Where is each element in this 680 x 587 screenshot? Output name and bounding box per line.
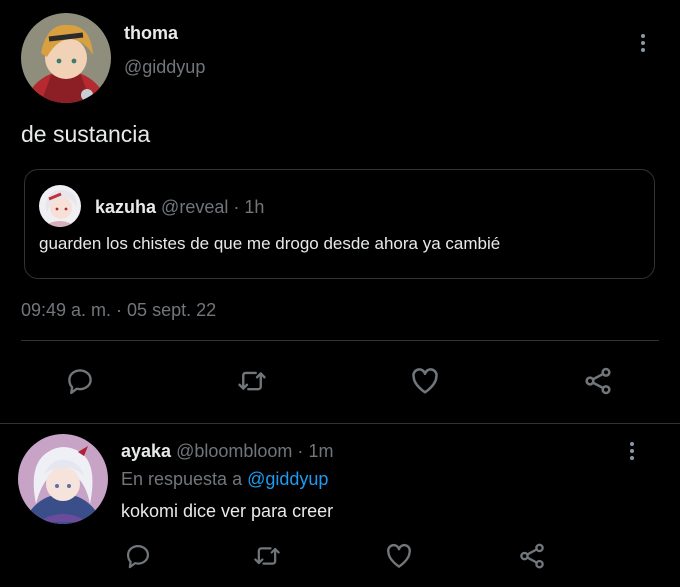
share-icon	[585, 367, 611, 395]
divider	[21, 340, 659, 341]
share-button[interactable]	[512, 536, 552, 576]
separator-dot: ·	[233, 197, 240, 217]
timestamp[interactable]: 09:49 a. m. · 05 sept. 22	[21, 300, 216, 321]
reply-to-label: En respuesta a	[121, 469, 243, 489]
tweet-text: de sustancia	[21, 121, 151, 147]
more-options-icon[interactable]	[629, 442, 635, 460]
quoted-text: guarden los chistes de que me drogo desd…	[39, 234, 501, 253]
avatar	[39, 185, 81, 227]
quoted-handle: @reveal	[161, 197, 229, 217]
quoted-time: 1h	[244, 197, 265, 217]
reply-handle[interactable]: @bloombloom	[176, 441, 292, 461]
like-icon	[387, 543, 411, 568]
reply-button[interactable]	[60, 361, 100, 401]
display-name[interactable]: thoma	[124, 23, 178, 44]
share-button[interactable]	[578, 361, 618, 401]
reply-display-name[interactable]: ayaka	[121, 441, 171, 461]
avatar[interactable]	[18, 434, 108, 524]
reply-text: kokomi dice ver para creer	[121, 501, 334, 521]
reply-to-handle-link[interactable]: @giddyup	[247, 469, 328, 489]
reply-icon	[68, 369, 92, 395]
more-options-icon[interactable]	[640, 34, 646, 52]
retweet-icon	[254, 547, 280, 565]
like-button[interactable]	[379, 536, 419, 576]
like-button[interactable]	[405, 361, 445, 401]
separator-dot: ·	[297, 441, 304, 461]
retweet-icon	[238, 371, 266, 391]
like-icon	[412, 368, 438, 394]
avatar[interactable]	[21, 13, 111, 103]
reply-time[interactable]: 1m	[308, 441, 333, 461]
retweet-button[interactable]	[232, 361, 272, 401]
reply-button[interactable]	[118, 536, 158, 576]
share-icon	[520, 543, 544, 569]
reply-icon	[126, 544, 150, 569]
quoted-tweet[interactable]: kazuha @reveal · 1h guarden los chistes …	[24, 169, 655, 279]
quoted-display-name: kazuha	[95, 197, 157, 217]
handle[interactable]: @giddyup	[124, 57, 205, 78]
retweet-button[interactable]	[247, 536, 287, 576]
divider	[0, 423, 680, 424]
